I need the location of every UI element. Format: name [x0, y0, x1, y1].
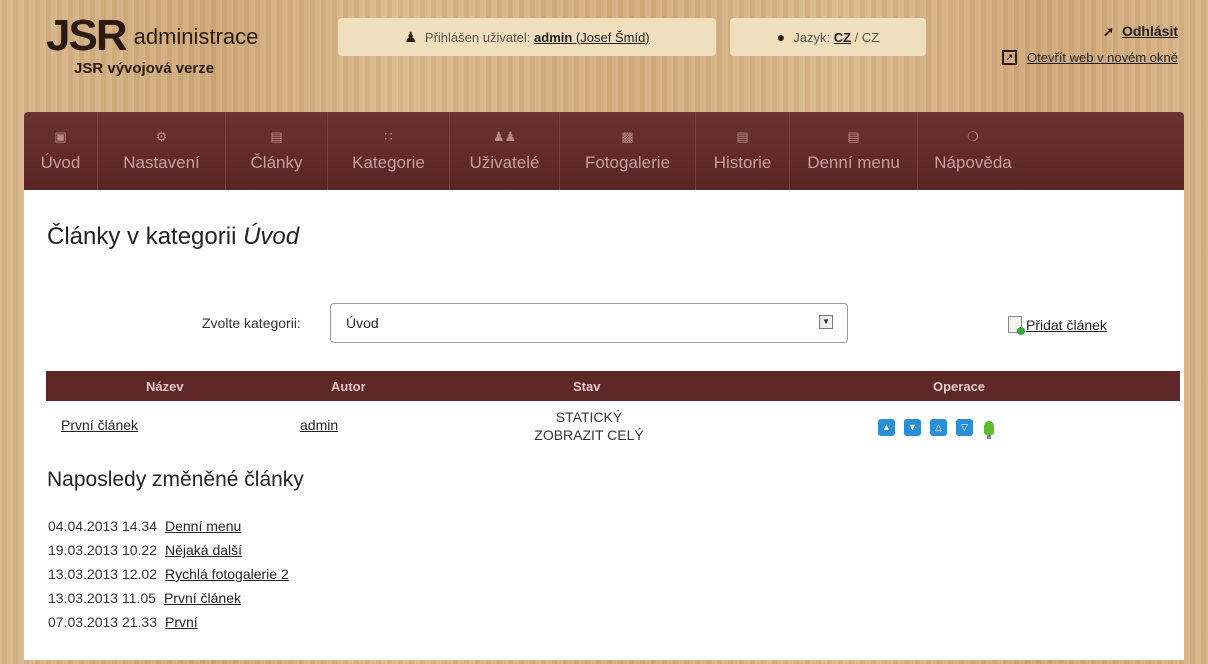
page-title-category: Úvod	[243, 223, 300, 250]
nav-item-label: Kategorie	[352, 153, 425, 172]
nav-item-fotogalerie[interactable]: ▩ Fotogalerie	[560, 112, 696, 190]
nav-item-label: Články	[250, 153, 303, 172]
recent-date: 04.04.2013 14.34	[48, 518, 157, 534]
nav-item-uzivatele[interactable]: ♟♟ Uživatelé	[450, 112, 560, 190]
list-item: 04.04.2013 14.34 Denní menu	[48, 514, 289, 538]
column-header-operations: Operace	[933, 379, 986, 394]
move-down-icon[interactable]: ▼	[904, 419, 921, 436]
list-item: 13.03.2013 12.02 Rychlá fotogalerie 2	[48, 562, 289, 586]
list-item: 07.03.2013 21.33 První	[48, 610, 289, 634]
recent-date: 07.03.2013 21.33	[48, 614, 157, 630]
recent-date: 13.03.2013 12.02	[48, 566, 157, 582]
user-icon: ♟	[404, 28, 417, 45]
page-title-prefix: Články v kategorii	[47, 223, 237, 250]
logged-user-fullname: (Josef Šmíd)	[575, 29, 650, 45]
language-separator: /	[854, 29, 859, 45]
column-header-name: Název	[146, 379, 184, 394]
nav-item-napoveda[interactable]: ❍ Nápověda	[918, 112, 1028, 190]
move-up-icon[interactable]: ▲	[878, 419, 895, 436]
page-title: Články v kategorii Úvod	[47, 223, 299, 251]
add-document-icon	[1008, 316, 1025, 335]
articles-table-header: Název Autor Stav Operace	[46, 371, 1180, 401]
language-current-link[interactable]: CZ	[834, 30, 851, 45]
recent-articles-list: 04.04.2013 14.34 Denní menu 19.03.2013 10…	[48, 514, 289, 634]
book-icon: ▤	[270, 129, 283, 144]
open-web-link[interactable]: Otevřít web v novém okně	[1027, 50, 1178, 65]
laptop-icon: ▣	[54, 129, 67, 144]
recent-date: 19.03.2013 10.22	[48, 542, 157, 558]
chevron-down-icon[interactable]: ▼	[819, 315, 833, 329]
recent-article-link[interactable]: První	[165, 614, 198, 630]
nav-item-label: Denní menu	[807, 153, 900, 172]
nav-item-label: Historie	[713, 153, 772, 172]
language-other: CZ	[861, 29, 880, 45]
users-icon: ♟♟	[492, 129, 517, 144]
add-article-link[interactable]: Přidat článek	[1026, 317, 1107, 333]
nav-item-label: Nastavení	[123, 153, 200, 172]
arrow-up-right-icon: ➚	[1103, 24, 1114, 39]
column-header-author: Autor	[331, 379, 366, 394]
nav-item-uvod[interactable]: ▣ Úvod	[24, 112, 98, 190]
article-state-line: STATICKÝ	[555, 409, 623, 425]
add-article: Přidat článek	[1008, 316, 1107, 335]
recent-article-link[interactable]: První článek	[164, 590, 241, 606]
article-state-line: ZOBRAZIT CELÝ	[534, 427, 644, 443]
list-item: 13.03.2013 11.05 První článek	[48, 586, 289, 610]
logout: ➚ Odhlásit	[1103, 23, 1178, 40]
article-name-link[interactable]: První článek	[61, 417, 138, 433]
nav-item-historie[interactable]: ▤ Historie	[696, 112, 790, 190]
logo-suffix: administrace	[133, 24, 259, 49]
grid-icon: ∷	[384, 129, 393, 144]
nav-item-label: Nápověda	[934, 153, 1012, 172]
article-author-link[interactable]: admin	[300, 417, 338, 433]
language-box: ● Jazyk: CZ / CZ	[730, 18, 926, 56]
logged-user-label: Přihlášen uživatel:	[424, 29, 531, 45]
picture-icon: ▩	[621, 129, 634, 144]
category-select-label: Zvolte kategorii:	[202, 315, 301, 331]
nav-item-kategorie[interactable]: ∷ Kategorie	[328, 112, 450, 190]
nav-item-label: Fotogalerie	[584, 153, 671, 172]
move-top-icon[interactable]: △	[930, 419, 947, 436]
category-select[interactable]: Úvod ▼	[330, 303, 848, 343]
recent-article-link[interactable]: Rychlá fotogalerie 2	[165, 566, 289, 582]
book-icon: ▤	[847, 129, 860, 144]
nav-item-denni-menu[interactable]: ▤ Denní menu	[790, 112, 918, 190]
logged-user-box: ♟ Přihlášen uživatel: admin (Josef Šmíd)	[338, 18, 716, 56]
site-subtitle: JSR vývojová verze	[74, 60, 215, 77]
logged-user-name: admin	[534, 29, 573, 45]
recent-date: 13.03.2013 11.05	[48, 590, 156, 606]
speech-bubble-icon: ●	[776, 29, 786, 45]
main-navigation: ▣ Úvod ⚙ Nastavení ▤ Články ∷ Kategorie …	[24, 112, 1184, 190]
book-icon: ▤	[736, 129, 749, 144]
lightbulb-icon[interactable]	[984, 420, 994, 439]
external-link-icon: ↗	[1001, 50, 1017, 65]
article-operations: ▲ ▼ △ ▽	[878, 419, 994, 439]
list-item: 19.03.2013 10.22 Nějaká další	[48, 538, 289, 562]
logo-main: JSR	[46, 11, 128, 60]
logged-user-link[interactable]: admin (Josef Šmíd)	[534, 30, 650, 45]
language-label: Jazyk:	[793, 29, 831, 45]
gears-icon: ⚙	[155, 129, 168, 144]
nav-item-nastaveni[interactable]: ⚙ Nastavení	[98, 112, 226, 190]
logo[interactable]: JSR administrace JSR vývojová verze	[46, 11, 259, 78]
nav-item-clanky[interactable]: ▤ Články	[226, 112, 328, 190]
article-state: STATICKÝ ZOBRAZIT CELÝ	[514, 408, 664, 444]
lifebuoy-icon: ❍	[967, 129, 979, 144]
column-header-state: Stav	[573, 379, 601, 394]
recent-article-link[interactable]: Denní menu	[165, 518, 241, 534]
recent-articles-title: Naposledy změněné články	[47, 468, 304, 491]
open-web: ↗ Otevřít web v novém okně	[1001, 50, 1178, 65]
logout-link[interactable]: Odhlásit	[1122, 23, 1178, 39]
recent-article-link[interactable]: Nějaká další	[165, 542, 242, 558]
nav-item-label: Úvod	[40, 153, 81, 172]
nav-item-label: Uživatelé	[469, 153, 540, 172]
move-bottom-icon[interactable]: ▽	[956, 419, 973, 436]
table-row: První článek admin STATICKÝ ZOBRAZIT CEL…	[46, 406, 1180, 446]
content-panel: Články v kategorii Úvod Zvolte kategorii…	[24, 190, 1184, 660]
category-select-value: Úvod	[346, 315, 379, 331]
